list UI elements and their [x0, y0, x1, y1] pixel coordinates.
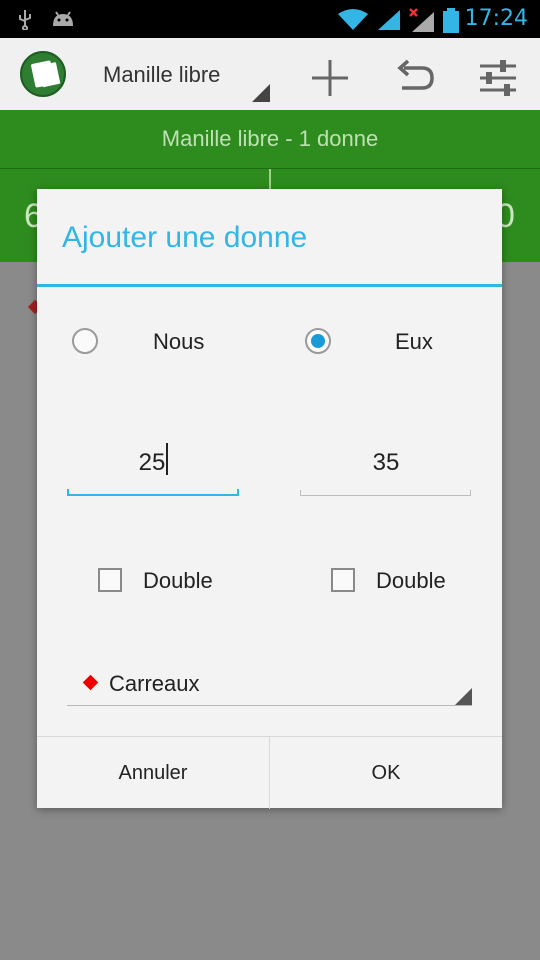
score-input-eux-underline [300, 490, 471, 496]
dialog-title: Ajouter une donne [62, 221, 308, 254]
diamond-icon [82, 674, 99, 691]
team-label-eux[interactable]: Eux [395, 329, 433, 355]
score-input-nous-underline [67, 489, 239, 496]
spinner-triangle-icon [455, 688, 472, 705]
score-input-eux[interactable]: 35 [301, 443, 471, 483]
double-checkbox-nous[interactable] [98, 568, 122, 592]
wifi-icon [338, 9, 368, 30]
undo-icon[interactable] [392, 56, 436, 100]
text-caret [166, 443, 168, 475]
title-divider [37, 284, 502, 287]
signal-icon [378, 10, 400, 30]
usb-icon [19, 10, 31, 30]
team-label-nous[interactable]: Nous [153, 329, 204, 355]
cancel-button[interactable]: Annuler [37, 737, 269, 809]
status-bar: 17:24 [0, 0, 540, 38]
android-icon [53, 11, 73, 26]
double-checkbox-eux[interactable] [331, 568, 355, 592]
suit-label: Carreaux [109, 671, 200, 696]
add-round-dialog: Ajouter une donne Nous Eux 25 35 Double … [37, 189, 502, 809]
game-selector[interactable]: Manille libre [103, 62, 220, 88]
suit-spinner[interactable]: Carreaux [67, 667, 472, 706]
add-icon[interactable] [308, 56, 352, 100]
app-cards-icon[interactable] [20, 51, 66, 97]
double-label-eux[interactable]: Double [376, 568, 446, 594]
game-banner: Manille libre - 1 donne [0, 110, 540, 168]
dropdown-triangle-icon [252, 84, 270, 102]
clock: 17:24 [464, 6, 528, 31]
battery-icon [443, 8, 459, 33]
score-input-nous[interactable]: 25 [67, 443, 237, 483]
double-label-nous[interactable]: Double [143, 568, 213, 594]
settings-sliders-icon[interactable] [476, 56, 520, 100]
ok-button[interactable]: OK [270, 737, 502, 809]
radio-nous[interactable] [72, 328, 98, 354]
dialog-button-bar: Annuler OK [37, 736, 502, 809]
action-bar: Manille libre [0, 38, 540, 111]
signal-no-data-icon [409, 8, 434, 32]
radio-eux[interactable] [305, 328, 331, 354]
